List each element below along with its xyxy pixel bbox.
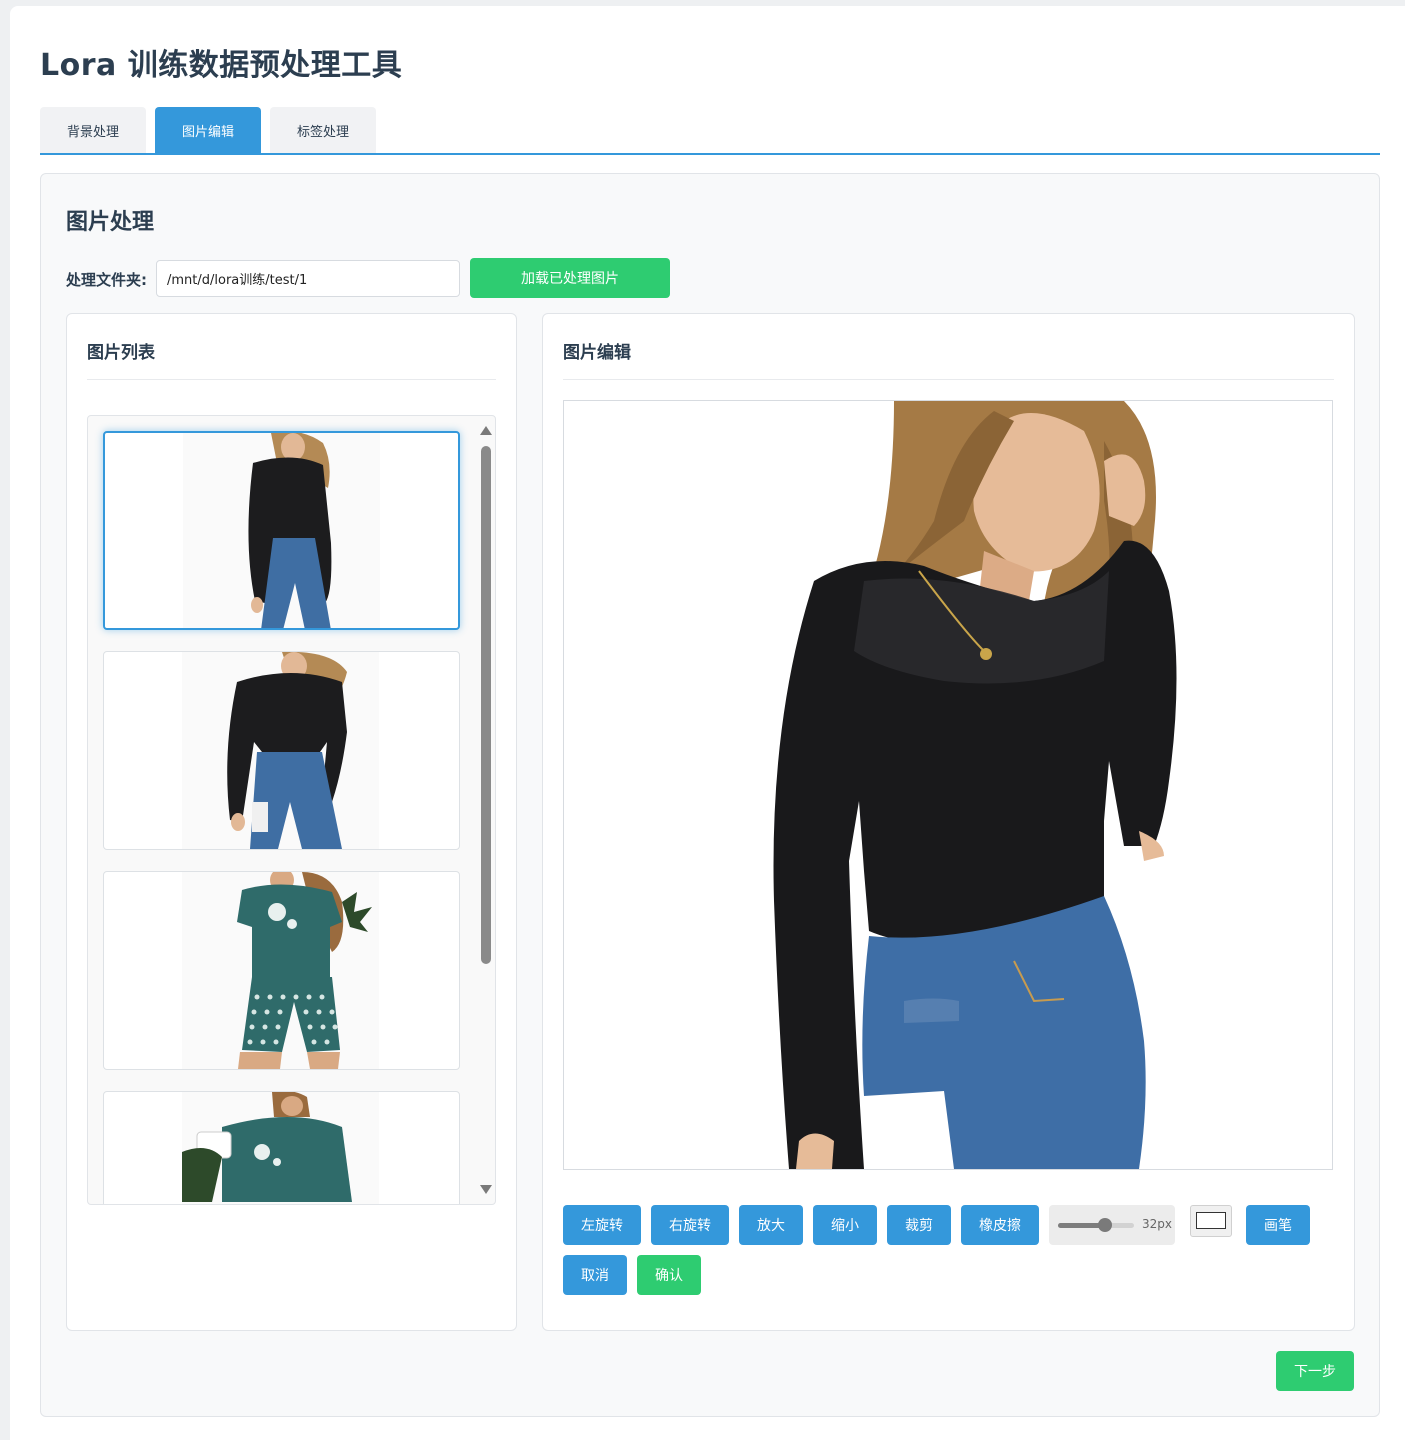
thumbnail-image bbox=[183, 433, 380, 628]
scroll-up-arrow-icon[interactable] bbox=[480, 426, 492, 435]
edit-image bbox=[564, 401, 1332, 1169]
next-step-button[interactable]: 下一步 bbox=[1276, 1351, 1354, 1391]
folder-label: 处理文件夹: bbox=[66, 271, 147, 289]
confirm-button[interactable]: 确认 bbox=[637, 1255, 701, 1295]
brush-size-value: 32px bbox=[1142, 1217, 1172, 1231]
image-list-card: 图片列表 bbox=[66, 313, 517, 1331]
image-thumbnail[interactable] bbox=[103, 1091, 460, 1204]
slider-knob[interactable] bbox=[1098, 1218, 1113, 1232]
scroll-down-arrow-icon[interactable] bbox=[480, 1185, 492, 1194]
load-processed-button[interactable]: 加载已处理图片 bbox=[470, 258, 670, 298]
image-thumbnail[interactable] bbox=[103, 651, 460, 850]
zoom-in-button[interactable]: 放大 bbox=[739, 1205, 803, 1245]
tab-background[interactable]: 背景处理 bbox=[40, 107, 146, 153]
divider bbox=[563, 379, 1334, 380]
image-list-title: 图片列表 bbox=[87, 343, 155, 363]
slider-track[interactable] bbox=[1058, 1223, 1134, 1228]
tab-bar: 背景处理 图片编辑 标签处理 bbox=[40, 107, 1380, 155]
cancel-button[interactable]: 取消 bbox=[563, 1255, 627, 1295]
brush-size-slider[interactable]: 32px bbox=[1049, 1205, 1175, 1245]
rotate-left-button[interactable]: 左旋转 bbox=[563, 1205, 641, 1245]
thumbnail-image bbox=[182, 1092, 379, 1204]
list-scrollbar[interactable] bbox=[477, 416, 495, 1204]
image-editor-title: 图片编辑 bbox=[563, 343, 631, 363]
folder-input[interactable] bbox=[156, 260, 460, 297]
zoom-out-button[interactable]: 缩小 bbox=[813, 1205, 877, 1245]
app-page: Lora 训练数据预处理工具 背景处理 图片编辑 标签处理 图片处理 处理文件夹… bbox=[10, 6, 1405, 1440]
image-thumbnail[interactable] bbox=[103, 431, 460, 630]
eraser-button[interactable]: 橡皮擦 bbox=[961, 1205, 1039, 1245]
brush-color-picker[interactable] bbox=[1190, 1205, 1232, 1237]
edit-canvas[interactable] bbox=[563, 400, 1333, 1170]
crop-button[interactable]: 裁剪 bbox=[887, 1205, 951, 1245]
rotate-right-button[interactable]: 右旋转 bbox=[651, 1205, 729, 1245]
divider bbox=[87, 379, 496, 380]
tab-image-edit[interactable]: 图片编辑 bbox=[155, 107, 261, 153]
image-processing-panel: 图片处理 处理文件夹: 加载已处理图片 图片列表 bbox=[40, 173, 1380, 1417]
tab-tags[interactable]: 标签处理 bbox=[270, 107, 376, 153]
section-title: 图片处理 bbox=[66, 210, 155, 235]
image-editor-card: 图片编辑 左旋转 右旋转 放大 缩小 裁剪 橡皮擦 32px 画笔 取消 确认 bbox=[542, 313, 1355, 1331]
brush-color-swatch[interactable] bbox=[1196, 1212, 1226, 1229]
thumbnail-image bbox=[182, 652, 379, 849]
app-title: Lora 训练数据预处理工具 bbox=[40, 48, 403, 83]
thumbnail-image bbox=[182, 872, 379, 1069]
brush-button[interactable]: 画笔 bbox=[1246, 1205, 1310, 1245]
image-list[interactable] bbox=[87, 415, 496, 1205]
image-thumbnail[interactable] bbox=[103, 871, 460, 1070]
scroll-thumb[interactable] bbox=[481, 446, 491, 964]
